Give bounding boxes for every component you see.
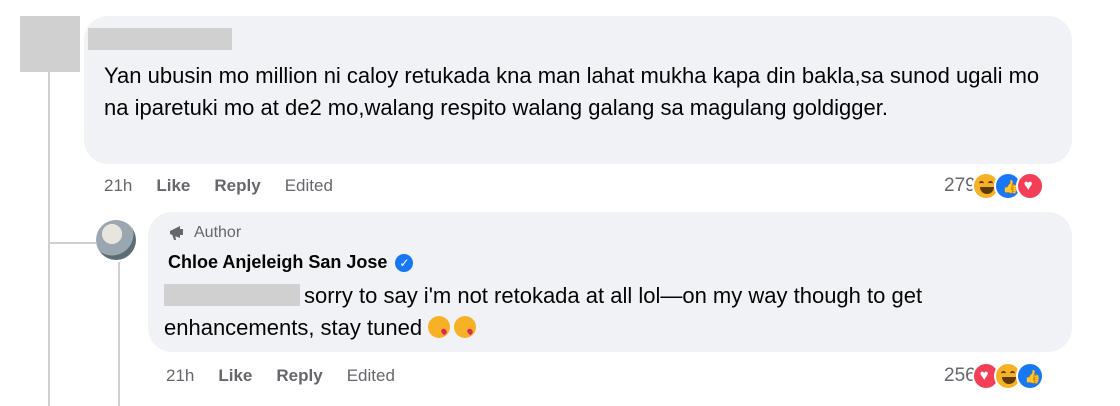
- megaphone-icon: [170, 226, 183, 240]
- reply-time[interactable]: 21h: [166, 366, 194, 386]
- kiss-emoji-icon: [454, 316, 477, 338]
- like-icon: 👍: [1015, 362, 1044, 390]
- avatar[interactable]: [96, 220, 136, 260]
- like-button[interactable]: Like: [218, 366, 252, 386]
- author-badge-label: Author: [194, 224, 242, 241]
- author-badge: Author: [168, 224, 241, 242]
- reaction-summary[interactable]: 256 ♥ 👍: [944, 362, 1044, 390]
- reply-actions: 21h Like Reply Edited: [166, 366, 395, 386]
- avatar-redacted[interactable]: [20, 16, 80, 72]
- like-button[interactable]: Like: [156, 176, 190, 196]
- comment-text: Yan ubusin mo million ni caloy retukada …: [104, 63, 1040, 120]
- edited-label: Edited: [284, 176, 333, 195]
- kiss-emoji-icon: [428, 316, 451, 338]
- love-icon: ♥: [1015, 172, 1044, 200]
- author-name[interactable]: Chloe Anjeleigh San Jose: [168, 252, 387, 273]
- comment-actions: 21h Like Reply Edited: [104, 176, 333, 196]
- reaction-count: 279: [944, 175, 976, 196]
- thread-connector: [48, 242, 96, 244]
- reaction-summary[interactable]: 279 👍 ♥: [944, 172, 1044, 200]
- comment-time[interactable]: 21h: [104, 176, 132, 196]
- thread-line: [48, 72, 50, 406]
- reaction-count: 256: [944, 365, 976, 386]
- reply-button[interactable]: Reply: [214, 176, 260, 196]
- commenter-name-redacted[interactable]: [88, 28, 232, 50]
- reply-button[interactable]: Reply: [276, 366, 322, 386]
- author-name-row: Chloe Anjeleigh San Jose ✓: [168, 252, 414, 273]
- reply-text: sorry to say i'm not retokada at all lol…: [164, 283, 923, 340]
- edited-label: Edited: [346, 366, 395, 385]
- reply-thread-line: [118, 262, 120, 406]
- verified-badge-icon: ✓: [395, 253, 414, 272]
